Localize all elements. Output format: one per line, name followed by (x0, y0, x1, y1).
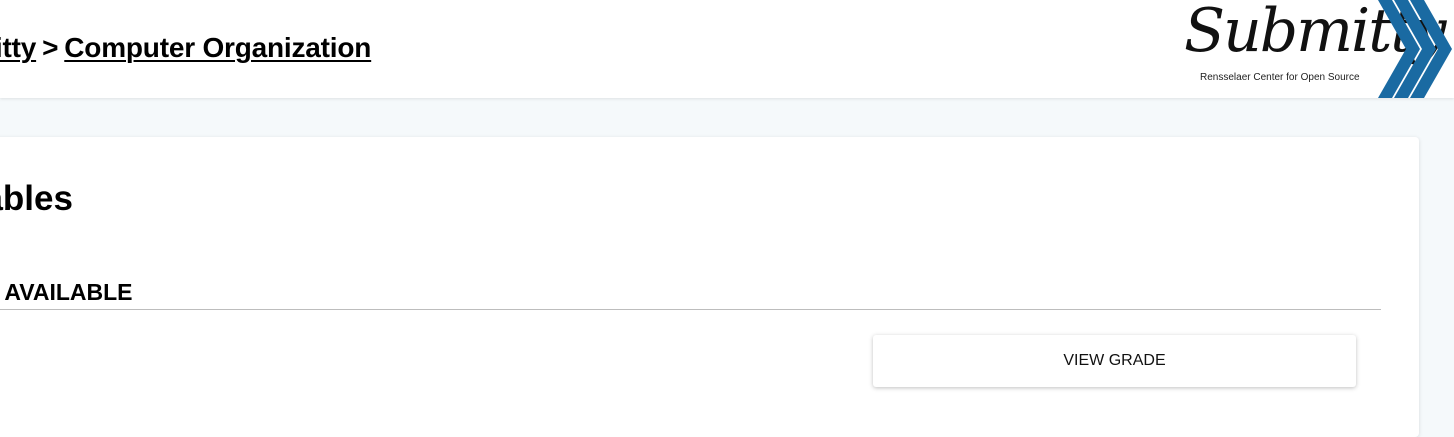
section-divider (0, 309, 1381, 310)
content-card (0, 137, 1419, 437)
breadcrumb-course-link[interactable]: Computer Organization (64, 32, 371, 63)
logo-chevrons-icon (1378, 0, 1452, 98)
top-header: nitty>Computer Organization Submitty Ren… (0, 0, 1454, 98)
view-grade-button[interactable]: VIEW GRADE (873, 335, 1356, 387)
breadcrumb-separator: > (42, 32, 59, 63)
section-heading: 5 AVAILABLE (0, 279, 133, 305)
page-title: eables (0, 179, 73, 218)
submitty-logo[interactable]: Submitty Rensselaer Center for Open Sour… (1178, 0, 1454, 98)
breadcrumb-submitty-link[interactable]: nitty (0, 32, 36, 63)
breadcrumb: nitty>Computer Organization (0, 32, 371, 64)
logo-subtitle: Rensselaer Center for Open Source (1200, 72, 1360, 83)
